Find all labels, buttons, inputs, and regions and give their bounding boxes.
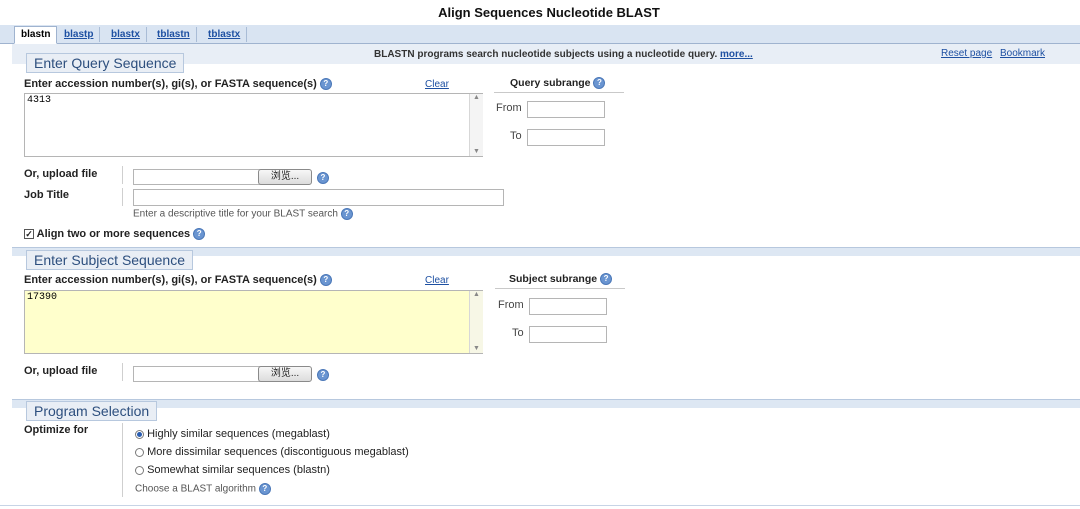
algorithm-hint: Choose a BLAST algorithm ?: [135, 483, 271, 495]
query-subrange-text: Query subrange: [510, 77, 591, 89]
query-from-label: From: [496, 102, 522, 114]
job-title-hint: Enter a descriptive title for your BLAST…: [133, 208, 353, 220]
subject-accession-text: Enter accession number(s), gi(s), or FAS…: [24, 274, 317, 286]
tab-blastn[interactable]: blastn: [14, 26, 58, 44]
description-text: BLASTN programs search nucleotide subjec…: [374, 49, 718, 60]
radio-icon[interactable]: [135, 429, 144, 439]
page-title: Align Sequences Nucleotide BLAST: [438, 5, 660, 20]
query-accession-label: Enter accession number(s), gi(s), or FAS…: [24, 78, 332, 91]
help-icon[interactable]: ?: [319, 274, 332, 287]
checkbox-icon[interactable]: ✓: [24, 229, 34, 240]
subrange-divider: [495, 288, 625, 290]
query-accession-text: Enter accession number(s), gi(s), or FAS…: [24, 78, 317, 90]
query-subrange: Query subrange ?: [494, 77, 624, 94]
help-icon[interactable]: ?: [593, 77, 606, 90]
bookmark-link[interactable]: Bookmark: [1000, 48, 1045, 59]
job-title-label: Job Title: [24, 189, 70, 201]
section-band: [12, 399, 1080, 408]
subject-to-input[interactable]: [529, 326, 607, 343]
subject-from-label: From: [498, 299, 524, 311]
subrange-divider: [494, 92, 624, 94]
subject-textarea-scrollbar[interactable]: ▲ ▼: [469, 291, 483, 353]
optimize-for-label: Optimize for: [24, 424, 89, 436]
help-icon[interactable]: ?: [319, 78, 332, 91]
query-to-label: To: [510, 130, 522, 142]
bottom-divider: [0, 505, 1080, 506]
algorithm-hint-text: Choose a BLAST algorithm: [135, 483, 256, 495]
subject-file-path-input[interactable]: [133, 366, 261, 382]
query-file-path-input[interactable]: [133, 169, 261, 185]
query-clear-link[interactable]: Clear: [425, 79, 449, 90]
help-icon[interactable]: ?: [317, 172, 329, 184]
align-two-sequences[interactable]: ✓ Align two or more sequences ?: [24, 228, 206, 241]
subject-sequence-textarea[interactable]: [24, 290, 483, 354]
job-title-hint-text: Enter a descriptive title for your BLAST…: [133, 208, 338, 220]
reset-page-link[interactable]: Reset page: [941, 48, 992, 59]
program-section-legend: Program Selection: [26, 401, 158, 421]
help-icon[interactable]: ?: [258, 483, 271, 495]
scroll-down-arrow-icon[interactable]: ▼: [470, 345, 483, 352]
scroll-down-arrow-icon[interactable]: ▼: [470, 148, 483, 155]
tab-tblastn[interactable]: tblastn: [151, 27, 197, 42]
tab-blastp[interactable]: blastp: [58, 27, 101, 42]
subject-subrange-label: Subject subrange ?: [495, 273, 625, 286]
program-option-label: More dissimilar sequences (discontiguous…: [147, 446, 409, 458]
query-sequence-textarea[interactable]: [24, 93, 483, 157]
divider: [122, 423, 123, 497]
subject-to-label: To: [512, 327, 524, 339]
tab-tblastx[interactable]: tblastx: [202, 27, 248, 42]
query-from-input[interactable]: [527, 101, 605, 118]
program-option-label: Highly similar sequences (megablast): [147, 428, 330, 440]
help-icon[interactable]: ?: [600, 273, 613, 286]
subject-subrange-text: Subject subrange: [509, 273, 598, 285]
query-to-input[interactable]: [527, 129, 605, 146]
radio-icon[interactable]: [135, 465, 144, 475]
subject-browse-button[interactable]: 浏览...: [258, 366, 312, 382]
subject-subrange: Subject subrange ?: [495, 273, 625, 290]
divider: [122, 166, 123, 184]
subject-upload-label: Or, upload file: [24, 365, 98, 377]
job-title-input[interactable]: [133, 189, 504, 206]
subject-section-legend: Enter Subject Sequence: [26, 250, 193, 270]
help-icon[interactable]: ?: [193, 228, 206, 241]
query-subrange-label: Query subrange ?: [494, 77, 624, 90]
query-upload-label: Or, upload file: [24, 168, 98, 180]
subject-clear-link[interactable]: Clear: [425, 275, 449, 286]
query-textarea-scrollbar[interactable]: ▲ ▼: [469, 94, 483, 156]
help-icon[interactable]: ?: [340, 208, 353, 220]
scroll-up-arrow-icon[interactable]: ▲: [470, 291, 483, 298]
program-description: BLASTN programs search nucleotide subjec…: [374, 49, 753, 60]
divider: [122, 188, 123, 206]
subject-accession-label: Enter accession number(s), gi(s), or FAS…: [24, 274, 332, 287]
radio-icon[interactable]: [135, 447, 144, 457]
program-option-blastn[interactable]: Somewhat similar sequences (blastn): [135, 464, 330, 476]
program-option-dc-megablast[interactable]: More dissimilar sequences (discontiguous…: [135, 446, 409, 458]
query-section-legend: Enter Query Sequence: [26, 53, 185, 73]
scroll-up-arrow-icon[interactable]: ▲: [470, 94, 483, 101]
divider: [122, 363, 123, 381]
program-option-label: Somewhat similar sequences (blastn): [147, 464, 330, 476]
tab-blastx[interactable]: blastx: [105, 27, 147, 42]
align-two-sequences-label: Align two or more sequences: [36, 228, 191, 240]
more-link[interactable]: more...: [720, 49, 753, 60]
subject-from-input[interactable]: [529, 298, 607, 315]
program-option-megablast[interactable]: Highly similar sequences (megablast): [135, 428, 330, 440]
query-browse-button[interactable]: 浏览...: [258, 169, 312, 185]
help-icon[interactable]: ?: [317, 369, 329, 381]
